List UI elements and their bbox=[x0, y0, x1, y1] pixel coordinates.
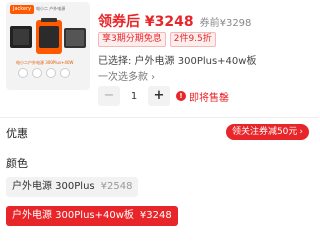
option-price: ¥3248 bbox=[139, 210, 172, 221]
sellout-notice: ! 即将售罄 bbox=[176, 89, 229, 104]
coupon-price: 领券后 ¥3248 bbox=[98, 14, 194, 30]
thumbnail-caption: 电小二户外电源 300Plus+40W bbox=[16, 60, 74, 65]
feature-badge-icon bbox=[46, 68, 56, 78]
multi-select-link[interactable]: 一次选多款 › bbox=[98, 68, 155, 83]
promo-tags: 享3期分期免息 2件9.5折 bbox=[98, 32, 216, 47]
follow-coupon-button[interactable]: 领关注券减50元 › bbox=[225, 124, 309, 140]
divider bbox=[0, 117, 319, 118]
feature-badge-icon bbox=[60, 68, 70, 78]
product-thumbnail[interactable]: Jackery 电小二 户外电源 电小二户外电源 300Plus+40W bbox=[6, 2, 90, 90]
option-name: 户外电源 300Plus+40w板 bbox=[12, 210, 134, 221]
warning-icon: ! bbox=[176, 91, 186, 101]
installment-tag: 享3期分期免息 bbox=[98, 32, 166, 47]
brand-logo: Jackery bbox=[10, 5, 35, 14]
increase-quantity-button[interactable]: + bbox=[148, 86, 170, 106]
coupon-text: 领关注券减50元 bbox=[231, 127, 298, 137]
feature-badge-icon bbox=[32, 68, 42, 78]
feature-badge-icon bbox=[18, 68, 28, 78]
bundle-discount-tag: 2件9.5折 bbox=[169, 32, 216, 47]
option-price: ¥2548 bbox=[100, 181, 133, 192]
price-line: 领券后 ¥3248 券前¥3298 bbox=[98, 11, 251, 31]
chevron-right-icon: › bbox=[299, 127, 303, 137]
discount-label: 优惠 bbox=[6, 127, 28, 140]
option-name: 户外电源 300Plus bbox=[12, 181, 95, 192]
selected-variant: 已选择: 户外电源 300Plus+40w板 bbox=[98, 56, 257, 67]
decrease-quantity-button[interactable]: − bbox=[98, 86, 120, 106]
original-price: 券前¥3298 bbox=[199, 18, 252, 29]
quantity-stepper: − 1 + ! 即将售罄 bbox=[98, 86, 229, 106]
feature-badges bbox=[18, 68, 70, 78]
sellout-text: 即将售罄 bbox=[189, 92, 229, 104]
power-station-image bbox=[10, 18, 86, 54]
color-option-300plus[interactable]: 户外电源 300Plus ¥2548 bbox=[6, 177, 139, 197]
brand-subtitle: 电小二 户外电源 bbox=[36, 6, 66, 11]
color-option-300plus-40w[interactable]: 户外电源 300Plus+40w板 ¥3248 bbox=[6, 206, 178, 226]
quantity-value[interactable]: 1 bbox=[120, 91, 148, 102]
color-label: 颜色 bbox=[6, 157, 28, 170]
